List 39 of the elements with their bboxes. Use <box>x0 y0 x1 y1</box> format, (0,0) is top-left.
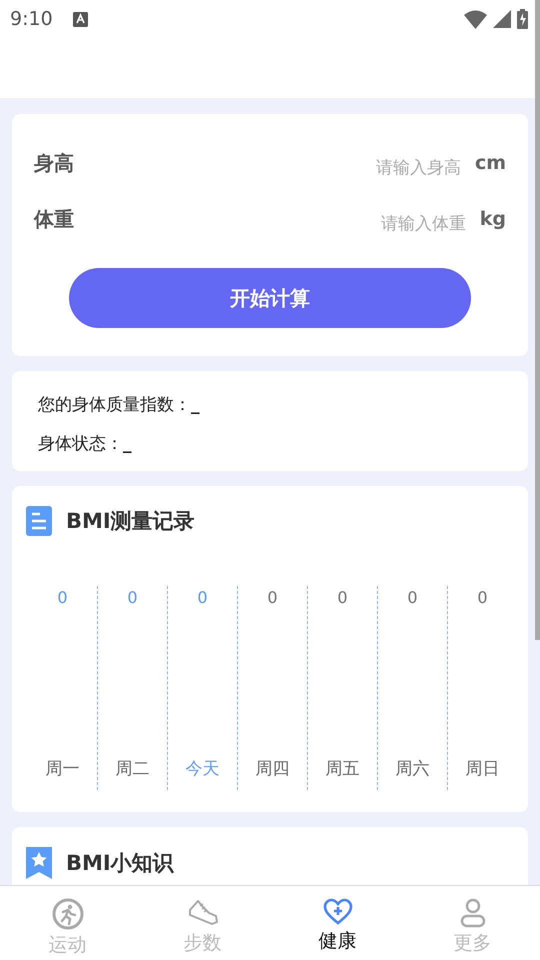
heart-plus-icon <box>322 898 352 926</box>
record-value: 0 <box>197 588 208 607</box>
result-label: 身体状态： <box>38 433 123 455</box>
day-label: 周五 <box>326 758 360 780</box>
nav-tab[interactable]: 健康 <box>270 886 405 960</box>
record-value: 0 <box>407 588 418 607</box>
record-value: 0 <box>127 588 138 607</box>
list-icon <box>26 506 52 536</box>
knowledge-title: BMI小知识 <box>66 850 174 877</box>
day-label: 周四 <box>256 758 290 780</box>
result-value: _ <box>123 434 132 454</box>
field-label: 体重 <box>34 206 74 232</box>
calculate-button[interactable]: 开始计算 <box>69 268 471 328</box>
record-value: 0 <box>267 588 278 607</box>
nav-tab[interactable]: 步数 <box>135 886 270 960</box>
day-label: 周日 <box>466 758 500 780</box>
battery-icon <box>517 9 528 29</box>
status-time: 9:10 <box>10 7 53 32</box>
unit-label: kg <box>480 208 506 230</box>
signal-icon <box>493 10 511 28</box>
day-label: 周六 <box>396 758 430 780</box>
star-bookmark-icon <box>26 847 52 879</box>
record-value: 0 <box>337 588 348 607</box>
person-icon <box>460 898 486 928</box>
day-label: 周一 <box>46 758 80 780</box>
field-label: 身高 <box>34 150 74 176</box>
unit-label: cm <box>474 152 506 174</box>
result-value: _ <box>191 395 200 415</box>
wifi-icon <box>464 10 487 28</box>
result-label: 您的身体质量指数： <box>38 394 191 416</box>
record-value: 0 <box>57 588 68 607</box>
day-label: 今天 <box>186 758 220 780</box>
runner-icon <box>52 898 84 930</box>
record-title: BMI测量记录 <box>66 508 195 535</box>
keyboard-icon <box>72 12 88 27</box>
day-label: 周二 <box>116 758 150 780</box>
nav-tab[interactable]: 更多 <box>405 886 540 960</box>
record-value: 0 <box>477 588 488 607</box>
nav-tab[interactable]: 运动 <box>0 886 135 960</box>
